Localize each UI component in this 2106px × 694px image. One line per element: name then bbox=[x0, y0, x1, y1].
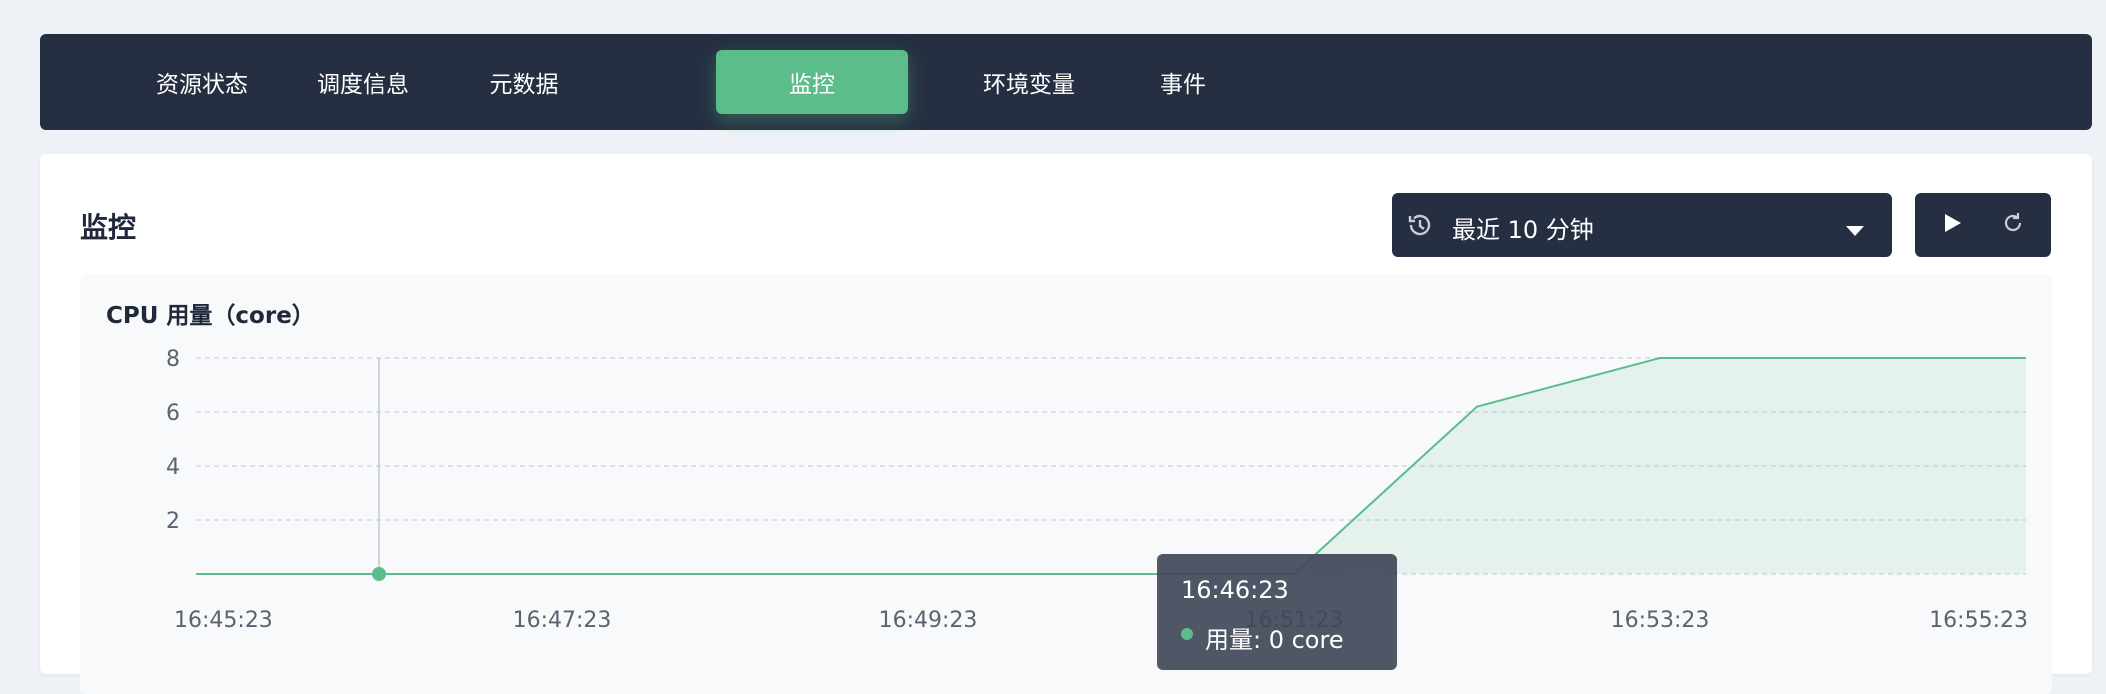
tooltip-time: 16:46:23 bbox=[1181, 576, 1289, 604]
x-tick-label: 16:53:23 bbox=[1611, 608, 1710, 633]
time-range-select[interactable]: 最近 10 分钟 bbox=[1392, 193, 1892, 257]
tab-bar: 资源状态 调度信息 元数据 监控 环境变量 事件 bbox=[40, 34, 2092, 130]
clock-history-icon bbox=[1406, 211, 1434, 243]
refresh-button[interactable] bbox=[1975, 193, 2051, 257]
tab-metadata[interactable]: 元数据 bbox=[428, 50, 620, 114]
x-tick-label: 16:47:23 bbox=[513, 608, 612, 633]
play-icon bbox=[1944, 213, 1962, 237]
refresh-icon bbox=[2001, 211, 2025, 239]
chevron-down-icon bbox=[1846, 221, 1864, 240]
y-tick-label: 6 bbox=[166, 401, 180, 426]
x-tick-label: 16:55:23 bbox=[1929, 608, 2028, 633]
tooltip-series-dot bbox=[1181, 628, 1193, 640]
data-point bbox=[372, 567, 386, 581]
chart-tooltip: 16:46:23 用量: 0 core bbox=[1157, 554, 1397, 670]
cpu-usage-chart: CPU 用量（core） 2 4 6 8 16:45:23 16:47:23 16:49:2… bbox=[80, 274, 2052, 694]
tab-events[interactable]: 事件 bbox=[1087, 50, 1279, 114]
x-tick-label: 16:49:23 bbox=[879, 608, 978, 633]
chart-canvas: 246816:45:2316:47:2316:49:2316:51:2316:5… bbox=[166, 347, 2028, 633]
y-tick-label: 4 bbox=[166, 455, 180, 480]
y-tick-label: 2 bbox=[166, 509, 180, 534]
time-range-value: 最近 10 分钟 bbox=[1452, 216, 1594, 244]
tab-monitoring[interactable]: 监控 bbox=[716, 50, 908, 114]
tooltip-value: 用量: 0 core bbox=[1205, 626, 1344, 654]
monitoring-panel: 监控 最近 10 分钟 CPU 用量（core） 2 4 6 8 16:45:23 bbox=[40, 154, 2092, 694]
x-tick-label: 16:45:23 bbox=[174, 608, 273, 633]
y-tick-label: 8 bbox=[166, 347, 180, 372]
panel-title: 监控 bbox=[80, 211, 137, 244]
